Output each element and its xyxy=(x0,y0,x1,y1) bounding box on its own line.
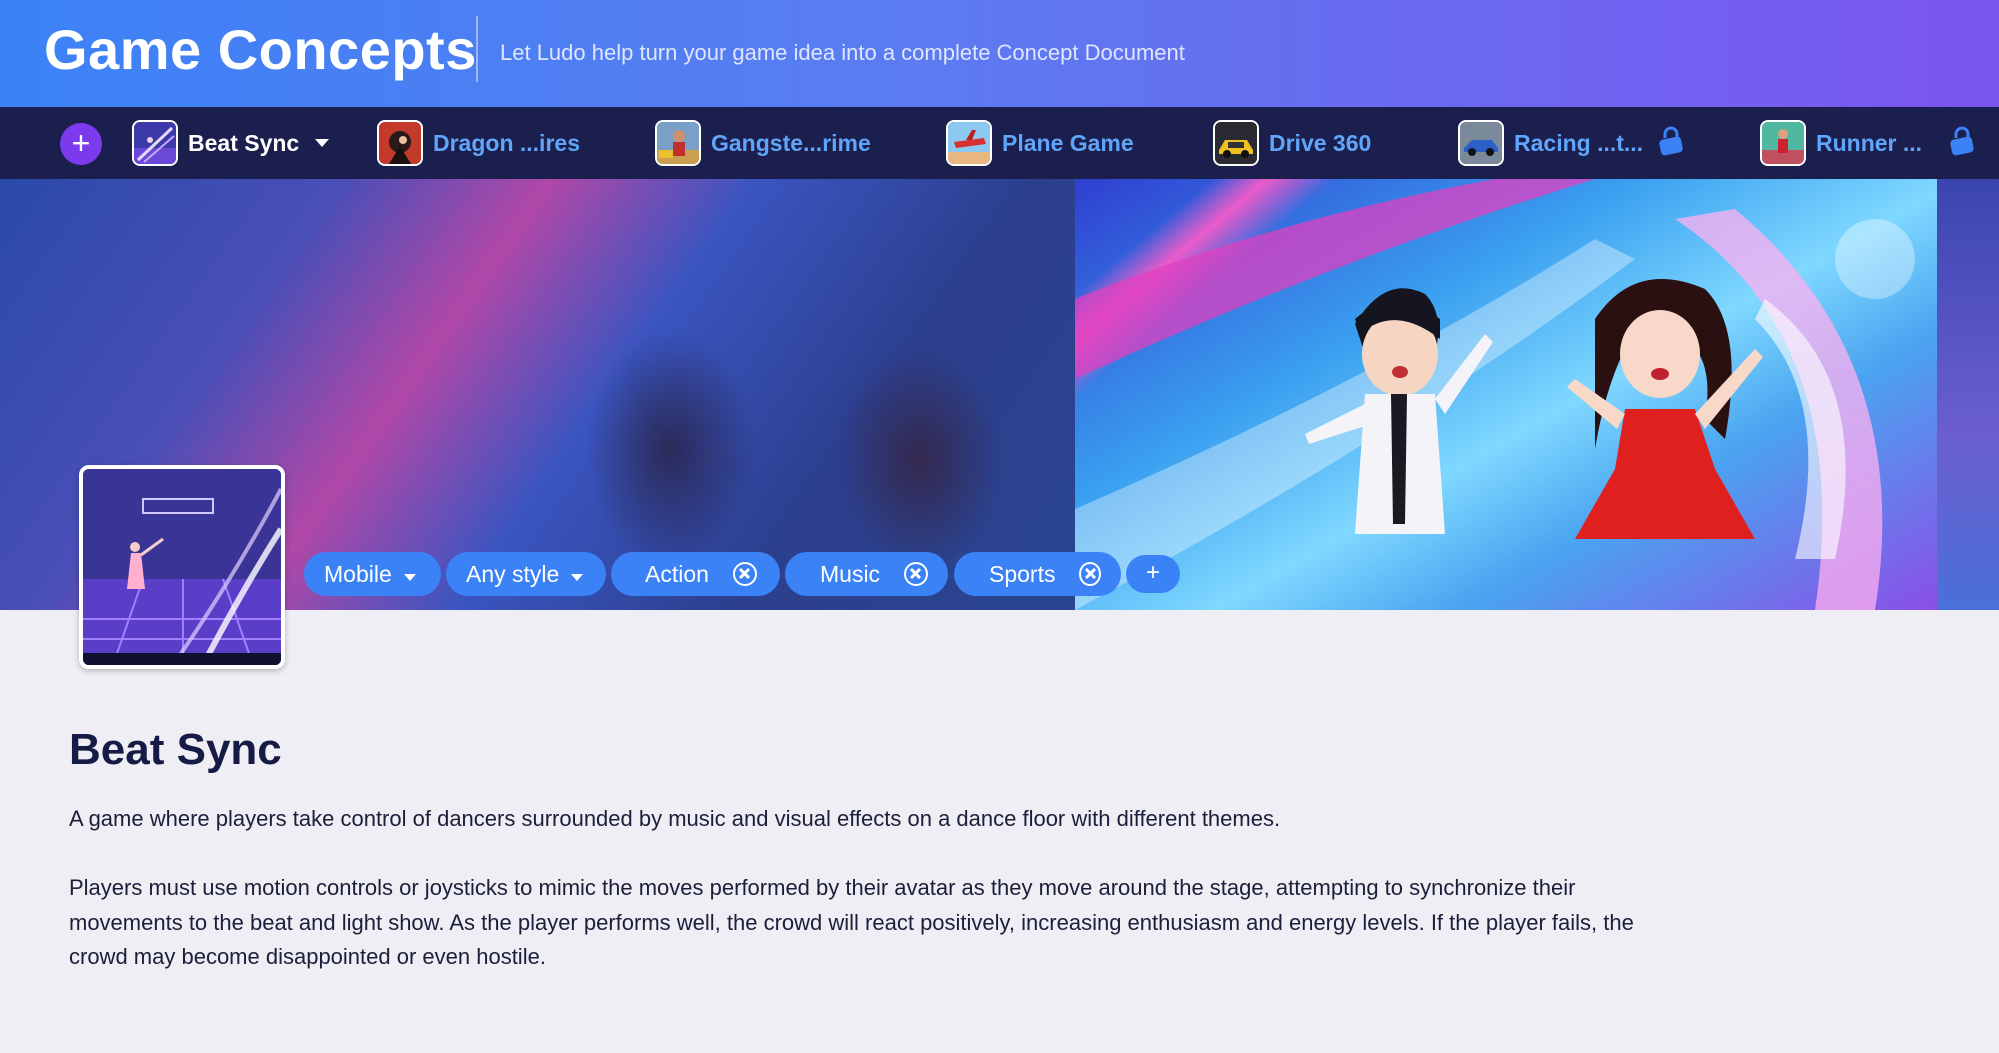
app-subtitle: Let Ludo help turn your game idea into a… xyxy=(500,40,1185,65)
game-cover-art[interactable] xyxy=(79,465,285,669)
tag-label: Sports xyxy=(989,560,1056,587)
tab-dragon[interactable]: Dragon ...ires xyxy=(377,117,580,169)
tab-label: Gangste...rime xyxy=(711,129,871,156)
remove-tag-icon[interactable] xyxy=(904,562,928,586)
chevron-down-icon[interactable] xyxy=(315,139,330,147)
add-concept-button[interactable]: + xyxy=(60,123,102,165)
header: Game Concepts Let Ludo help turn your ga… xyxy=(0,0,1999,107)
tag-action: Action xyxy=(611,552,780,596)
tab-racing[interactable]: Racing ...t... xyxy=(1458,117,1685,169)
chevron-down-icon xyxy=(571,573,584,581)
game-description: Players must use motion controls or joys… xyxy=(69,875,1634,969)
tab-label: Plane Game xyxy=(1002,129,1134,156)
remove-tag-icon[interactable] xyxy=(1079,562,1101,586)
banner-edge xyxy=(1937,179,1999,610)
tab-label: Drive 360 xyxy=(1269,129,1372,156)
tag-sports: Sports xyxy=(954,552,1121,596)
tab-plane-game[interactable]: Plane Game xyxy=(946,117,1134,169)
runner-thumb-icon xyxy=(1760,120,1806,166)
racing-thumb-icon xyxy=(1458,120,1504,166)
tab-label: Dragon ...ires xyxy=(433,129,580,156)
game-title: Beat Sync xyxy=(69,725,282,774)
tab-label: Beat Sync xyxy=(188,129,300,156)
tag-label: Any style xyxy=(466,560,560,587)
tab-label: Runner ... xyxy=(1816,129,1923,156)
tag-label: Music xyxy=(820,560,881,587)
game-summary: A game where players take control of dan… xyxy=(69,806,1281,831)
dancer-boy xyxy=(1305,288,1493,534)
lock-icon xyxy=(1657,126,1685,161)
tab-runner[interactable]: Runner ... xyxy=(1760,117,1976,169)
tab-drive-360[interactable]: Drive 360 xyxy=(1213,117,1371,169)
tab-beat-sync[interactable]: Beat Sync xyxy=(132,117,330,169)
remove-tag-icon[interactable] xyxy=(732,562,757,586)
chevron-down-icon xyxy=(403,573,416,581)
dancer-girl xyxy=(1567,279,1763,539)
tag-label: Mobile xyxy=(324,560,392,587)
beat-sync-thumb-icon xyxy=(132,120,178,166)
tag-label: Action xyxy=(645,560,709,587)
gangster-thumb-icon xyxy=(655,120,701,166)
style-dropdown[interactable]: Any style xyxy=(446,552,606,596)
app-title: Game Concepts xyxy=(44,18,477,81)
dragon-thumb-icon xyxy=(377,120,423,166)
title-divider xyxy=(476,16,478,82)
banner-image xyxy=(1075,179,1937,610)
plane-thumb-icon xyxy=(946,120,992,166)
add-tag-button[interactable]: + xyxy=(1126,555,1180,593)
concept-tab-bar: + Beat Sync Dragon ...ires Gangste...rim… xyxy=(0,107,1999,179)
platform-dropdown[interactable]: Mobile xyxy=(304,552,441,596)
lock-icon xyxy=(1948,126,1976,161)
tab-label: Racing ...t... xyxy=(1514,129,1644,156)
tag-music: Music xyxy=(785,552,948,596)
car-thumb-icon xyxy=(1213,120,1259,166)
tab-gangster[interactable]: Gangste...rime xyxy=(655,117,871,169)
